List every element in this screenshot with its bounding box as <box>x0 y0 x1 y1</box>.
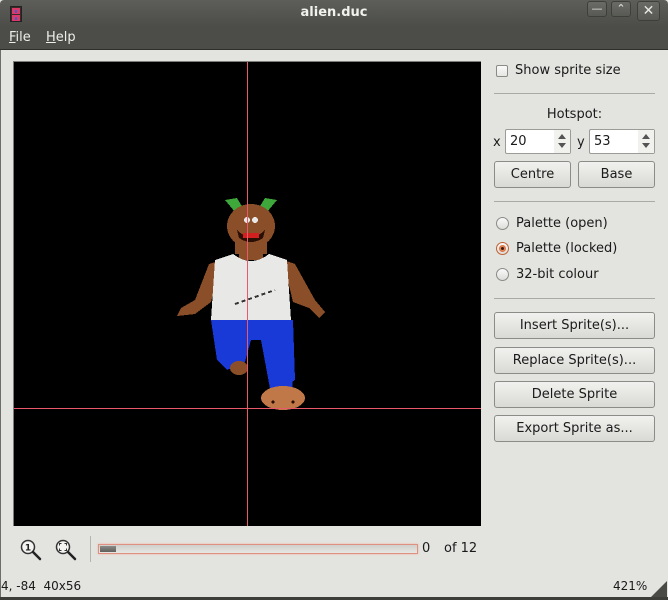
minimize-button[interactable]: — <box>587 1 607 17</box>
svg-text:1: 1 <box>25 544 31 554</box>
frame-slider[interactable] <box>98 544 418 554</box>
menu-bar: File Help <box>0 27 668 50</box>
decrement-icon[interactable] <box>642 143 650 148</box>
hotspot-y-stepper[interactable] <box>638 130 654 153</box>
hotspot-x-stepper[interactable] <box>554 130 570 153</box>
toolbar-separator <box>90 536 91 562</box>
frame-total: of 12 <box>444 541 478 556</box>
hotspot-x-spinner[interactable]: 20 <box>505 129 571 154</box>
frame-slider-handle[interactable] <box>100 546 116 552</box>
status-coords: 4, -84 <box>1 579 36 593</box>
separator <box>494 93 655 94</box>
status-size: 40x56 <box>43 579 82 593</box>
sprite-canvas[interactable] <box>13 61 481 526</box>
sprite-foot-back <box>230 361 248 375</box>
menu-help-label: elp <box>55 30 76 45</box>
frame-current: 0 <box>422 541 431 556</box>
maximize-icon: ⌃ <box>616 2 626 15</box>
window-border <box>0 50 1 597</box>
menu-file[interactable]: File <box>9 30 31 45</box>
radio-label: Palette (locked) <box>516 241 618 256</box>
replace-sprites-button[interactable]: Replace Sprite(s)... <box>494 347 655 374</box>
radio-label: Palette (open) <box>516 216 608 231</box>
hotspot-guide-vertical <box>247 62 248 526</box>
minimize-icon: — <box>591 2 603 15</box>
radio-palette-locked[interactable]: Palette (locked) <box>496 241 617 256</box>
alien-sprite <box>177 198 325 410</box>
sprite-foot-front <box>261 386 305 410</box>
zoom-fit-button[interactable] <box>54 538 77 561</box>
hotspot-guide-horizontal <box>14 408 481 409</box>
separator <box>494 201 655 202</box>
zoom-fit-icon <box>55 539 77 561</box>
show-sprite-size-checkbox[interactable] <box>496 64 508 77</box>
delete-sprite-button[interactable]: Delete Sprite <box>494 381 655 408</box>
radio-32bit-colour[interactable]: 32-bit colour <box>496 267 599 282</box>
zoom-actual-size-button[interactable]: 1 <box>19 538 42 561</box>
window-title: alien.duc <box>300 5 368 20</box>
radio-palette-open[interactable]: Palette (open) <box>496 216 608 231</box>
centre-button[interactable]: Centre <box>494 161 571 188</box>
increment-icon[interactable] <box>642 134 650 139</box>
base-button[interactable]: Base <box>578 161 655 188</box>
radio-button[interactable] <box>496 242 509 255</box>
radio-label: 32-bit colour <box>516 267 599 282</box>
hotspot-x-label: x <box>493 135 501 150</box>
title-bar: alien.duc — ⌃ ✕ <box>0 0 668 27</box>
status-coords-size: 4, -84 40x56 <box>1 579 81 593</box>
radio-button[interactable] <box>496 268 509 281</box>
decrement-icon[interactable] <box>558 143 566 148</box>
show-sprite-size-row[interactable]: Show sprite size <box>496 63 621 78</box>
sprite-mouth <box>243 233 259 238</box>
zoom-1-to-1-icon: 1 <box>20 539 42 561</box>
hotspot-y-label: y <box>577 135 585 150</box>
close-icon: ✕ <box>642 3 655 19</box>
radio-button[interactable] <box>496 217 509 230</box>
menu-help-mnemonic: H <box>46 30 56 45</box>
increment-icon[interactable] <box>558 134 566 139</box>
insert-sprites-button[interactable]: Insert Sprite(s)... <box>494 312 655 339</box>
menu-help[interactable]: Help <box>46 30 76 45</box>
hotspot-x-input[interactable]: 20 <box>510 134 527 149</box>
hotspot-y-input[interactable]: 53 <box>594 134 611 149</box>
hotspot-y-spinner[interactable]: 53 <box>589 129 655 154</box>
hotspot-label: Hotspot: <box>546 107 603 122</box>
close-button[interactable]: ✕ <box>637 1 660 21</box>
export-sprite-button[interactable]: Export Sprite as... <box>494 415 655 442</box>
status-zoom: 421% <box>613 579 648 593</box>
maximize-button[interactable]: ⌃ <box>611 1 631 17</box>
separator <box>494 298 655 299</box>
show-sprite-size-label: Show sprite size <box>515 63 621 78</box>
sprite-shirt <box>211 254 291 320</box>
resize-grip[interactable] <box>651 581 667 597</box>
menu-file-label: ile <box>15 30 31 45</box>
